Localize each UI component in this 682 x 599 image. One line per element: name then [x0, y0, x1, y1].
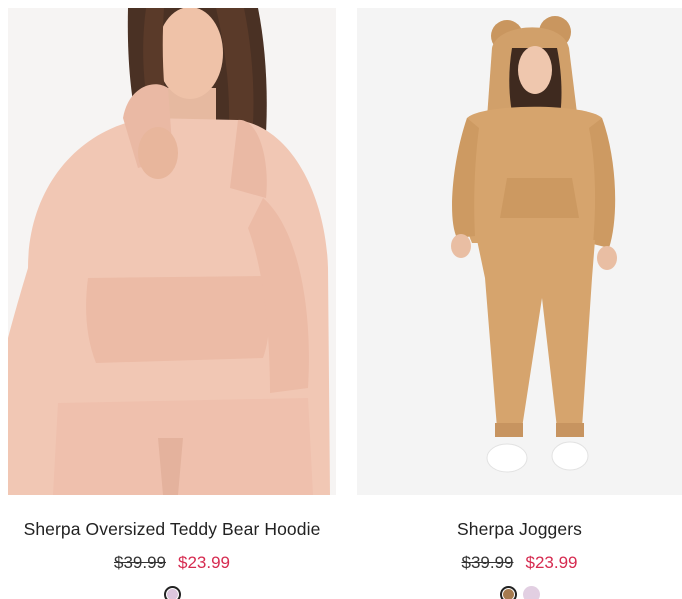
color-swatches-hoodie	[8, 586, 336, 599]
product-price-hoodie: $39.99 $23.99	[8, 553, 336, 573]
product-name-hoodie[interactable]: Sherpa Oversized Teddy Bear Hoodie	[8, 519, 336, 540]
color-swatches-joggers	[357, 586, 682, 599]
product-image-joggers[interactable]	[357, 8, 682, 495]
product-image-hoodie[interactable]	[8, 8, 336, 495]
sale-price: $23.99	[525, 553, 578, 572]
product-name-joggers[interactable]: Sherpa Joggers	[357, 519, 682, 540]
original-price: $39.99	[461, 553, 514, 572]
product-price-joggers: $39.99 $23.99	[357, 553, 682, 573]
color-swatch[interactable]	[522, 586, 540, 599]
color-swatch[interactable]	[499, 586, 517, 599]
color-swatch[interactable]	[163, 586, 181, 599]
original-price: $39.99	[114, 553, 166, 572]
product-grid: Sherpa Oversized Teddy Bear Hoodie $39.9…	[0, 0, 682, 599]
sale-price: $23.99	[178, 553, 230, 572]
